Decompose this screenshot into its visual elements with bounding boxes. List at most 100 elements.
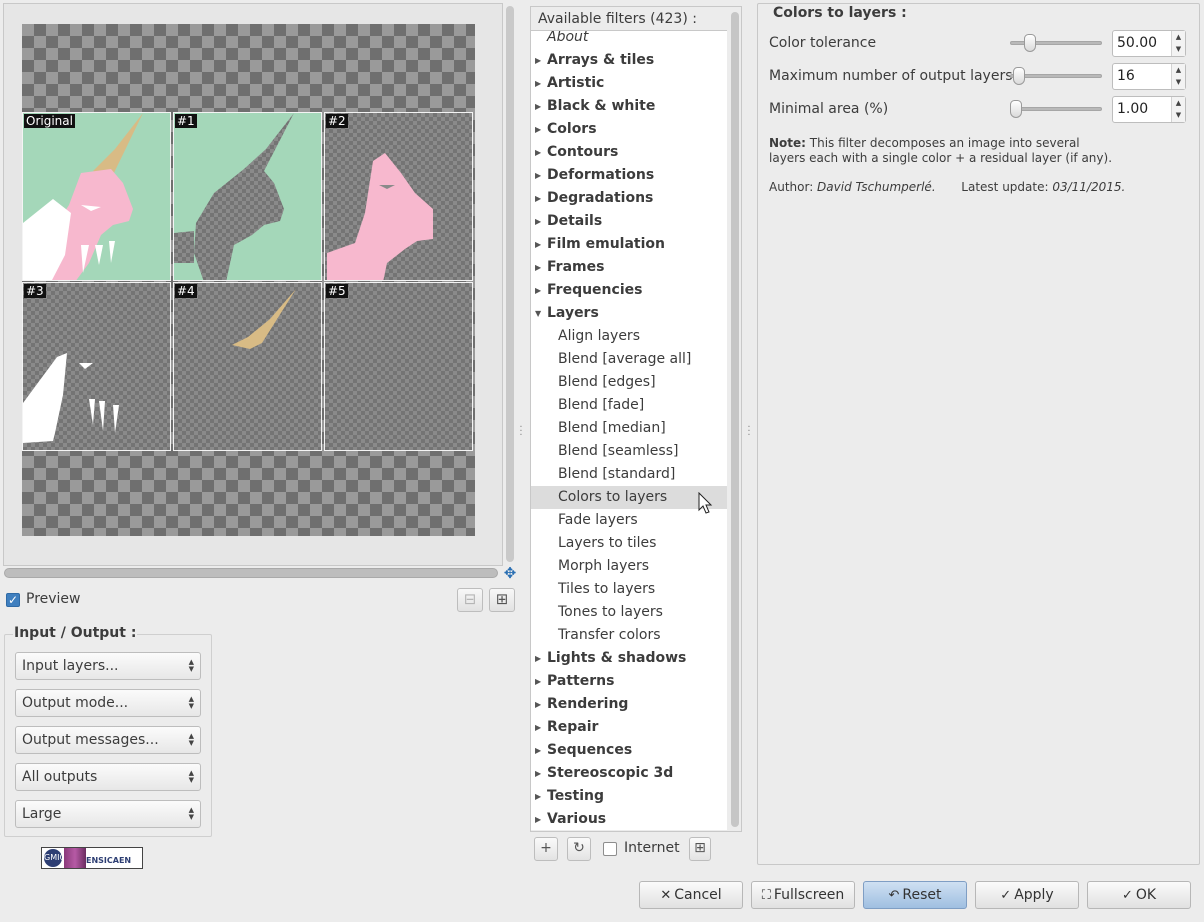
collapsed-arrow-icon[interactable]: ▶ — [535, 118, 541, 141]
filter-category[interactable]: ▶ Repair — [531, 716, 727, 739]
collapsed-arrow-icon[interactable]: ▶ — [535, 72, 541, 95]
preview-checkbox-label[interactable]: Preview — [26, 591, 81, 607]
cancel-button[interactable]: ✕ Cancel — [639, 881, 743, 909]
collapsed-arrow-icon[interactable]: ▶ — [535, 670, 541, 693]
filter-category[interactable]: ▶ Rendering — [531, 693, 727, 716]
collapsed-arrow-icon[interactable]: ▶ — [535, 785, 541, 808]
color-tolerance-slider-handle[interactable] — [1024, 34, 1036, 52]
collapsed-arrow-icon[interactable]: ▶ — [535, 210, 541, 233]
reset-button[interactable]: ↶ Reset — [863, 881, 967, 909]
filter-label: Film emulation — [547, 236, 665, 252]
max-output-layers-slider-handle[interactable] — [1013, 67, 1025, 85]
filter-category[interactable]: ▶ Deformations — [531, 164, 727, 187]
filter-category[interactable]: ▶ Testing — [531, 785, 727, 808]
filter-category[interactable]: ▶ Lights & shadows — [531, 647, 727, 670]
expand-collapse-button[interactable]: ⊞ — [689, 837, 711, 861]
note-bold: Note: — [769, 136, 806, 150]
add-favorite-button[interactable]: + — [534, 837, 558, 861]
input-layers-select[interactable]: Input layers... ▲ ▼ — [15, 652, 201, 680]
max-output-layers-spinbox[interactable]: 16 ▲ ▼ — [1112, 63, 1186, 90]
filter-category[interactable]: ▶ Arrays & tiles — [531, 49, 727, 72]
spin-arrows-icon[interactable]: ▲ ▼ — [1171, 64, 1185, 89]
filter-item[interactable]: Tones to layers — [531, 601, 727, 624]
collapsed-arrow-icon[interactable]: ▶ — [535, 233, 541, 256]
internet-checkbox-label[interactable]: Internet — [624, 840, 680, 856]
filter-item[interactable]: Blend [seamless] — [531, 440, 727, 463]
spin-arrows-icon[interactable]: ▲ ▼ — [1171, 97, 1185, 122]
filter-category[interactable]: ▶ Film emulation — [531, 233, 727, 256]
splitter-handle[interactable]: · · · — [519, 423, 523, 441]
filter-category[interactable]: ▶ Colors — [531, 118, 727, 141]
filter-category[interactable]: ▶ Details — [531, 210, 727, 233]
filter-tree[interactable]: About ▶ Arrays & tiles ▶ Artistic ▶ Black & wh… — [531, 31, 727, 830]
filter-item[interactable]: Morph layers — [531, 555, 727, 578]
internet-checkbox[interactable] — [603, 842, 617, 856]
filter-item[interactable]: Transfer colors — [531, 624, 727, 647]
fullscreen-button[interactable]: ⛶ Fullscreen — [751, 881, 855, 909]
collapsed-arrow-icon[interactable]: ▶ — [535, 49, 541, 72]
minimal-area-spinbox[interactable]: 1.00 ▲ ▼ — [1112, 96, 1186, 123]
collapsed-arrow-icon[interactable]: ▶ — [535, 716, 541, 739]
minimal-area-slider[interactable] — [1010, 107, 1102, 111]
filter-item[interactable]: Blend [edges] — [531, 371, 727, 394]
filter-category[interactable]: About — [531, 31, 727, 49]
preview-canvas[interactable]: Original #1 #2 #3 #4 #5 — [22, 24, 475, 536]
filter-category[interactable]: ▶ Stereoscopic 3d — [531, 762, 727, 785]
filter-item[interactable]: Blend [average all] — [531, 348, 727, 371]
note-line-1: This filter decomposes an image into sev… — [805, 136, 1080, 150]
gmic-ensicaen-logo[interactable]: GMIC ENSICAEN — [41, 847, 143, 869]
tile-label: #2 — [326, 114, 348, 128]
filter-category[interactable]: ▶ Frequencies — [531, 279, 727, 302]
filter-category[interactable]: ▶ Black & white — [531, 95, 727, 118]
filter-label: Layers — [547, 305, 599, 321]
filter-category[interactable]: ▶ Degradations — [531, 187, 727, 210]
collapsed-arrow-icon[interactable]: ▶ — [535, 187, 541, 210]
filter-label: Deformations — [547, 167, 655, 183]
filter-category[interactable]: ▶ Frames — [531, 256, 727, 279]
preview-size-select[interactable]: Large ▲ ▼ — [15, 800, 201, 828]
filter-category[interactable]: ▼ Layers — [531, 302, 727, 325]
expanded-arrow-icon[interactable]: ▼ — [535, 302, 541, 325]
filter-label: Layers to tiles — [558, 535, 657, 551]
filter-category[interactable]: ▶ Patterns — [531, 670, 727, 693]
color-tolerance-spinbox[interactable]: 50.00 ▲ ▼ — [1112, 30, 1186, 57]
output-mode-select[interactable]: Output mode... ▲ ▼ — [15, 689, 201, 717]
preview-output-select[interactable]: All outputs ▲ ▼ — [15, 763, 201, 791]
preview-horizontal-scrollbar[interactable] — [4, 568, 498, 578]
filter-item[interactable]: Tiles to layers — [531, 578, 727, 601]
ok-button[interactable]: ✓ OK — [1087, 881, 1191, 909]
spin-arrows-icon[interactable]: ▲ ▼ — [1171, 31, 1185, 56]
splitter-handle[interactable]: · · · — [747, 423, 751, 441]
collapsed-arrow-icon[interactable]: ▶ — [535, 256, 541, 279]
apply-button[interactable]: ✓ Apply — [975, 881, 1079, 909]
zoom-in-button[interactable]: ⊞ — [489, 588, 515, 612]
collapsed-arrow-icon[interactable]: ▶ — [535, 164, 541, 187]
output-messages-select[interactable]: Output messages... ▲ ▼ — [15, 726, 201, 754]
zoom-out-button[interactable]: ⊟ — [457, 588, 483, 612]
filter-category[interactable]: ▶ Contours — [531, 141, 727, 164]
preview-vertical-scrollbar[interactable] — [506, 6, 514, 562]
preview-checkbox[interactable]: ✓ — [6, 593, 20, 607]
collapsed-arrow-icon[interactable]: ▶ — [535, 808, 541, 830]
collapsed-arrow-icon[interactable]: ▶ — [535, 739, 541, 762]
select-value: Input layers... — [22, 658, 119, 674]
refresh-filters-button[interactable]: ↻ — [567, 837, 591, 861]
collapsed-arrow-icon[interactable]: ▶ — [535, 693, 541, 716]
minimal-area-slider-handle[interactable] — [1010, 100, 1022, 118]
move-icon[interactable]: ✥ — [503, 566, 517, 581]
filter-category[interactable]: ▶ Sequences — [531, 739, 727, 762]
collapsed-arrow-icon[interactable]: ▶ — [535, 95, 541, 118]
collapsed-arrow-icon[interactable]: ▶ — [535, 141, 541, 164]
collapsed-arrow-icon[interactable]: ▶ — [535, 762, 541, 785]
mouse-cursor-icon — [698, 492, 713, 514]
filter-item[interactable]: Layers to tiles — [531, 532, 727, 555]
filter-tree-scrollbar[interactable] — [731, 12, 739, 827]
filter-item[interactable]: Blend [standard] — [531, 463, 727, 486]
collapsed-arrow-icon[interactable]: ▶ — [535, 279, 541, 302]
collapsed-arrow-icon[interactable]: ▶ — [535, 647, 541, 670]
filter-item[interactable]: Blend [median] — [531, 417, 727, 440]
filter-category[interactable]: ▶ Artistic — [531, 72, 727, 95]
filter-item[interactable]: Align layers — [531, 325, 727, 348]
filter-item[interactable]: Blend [fade] — [531, 394, 727, 417]
filter-category[interactable]: ▶ Various — [531, 808, 727, 830]
